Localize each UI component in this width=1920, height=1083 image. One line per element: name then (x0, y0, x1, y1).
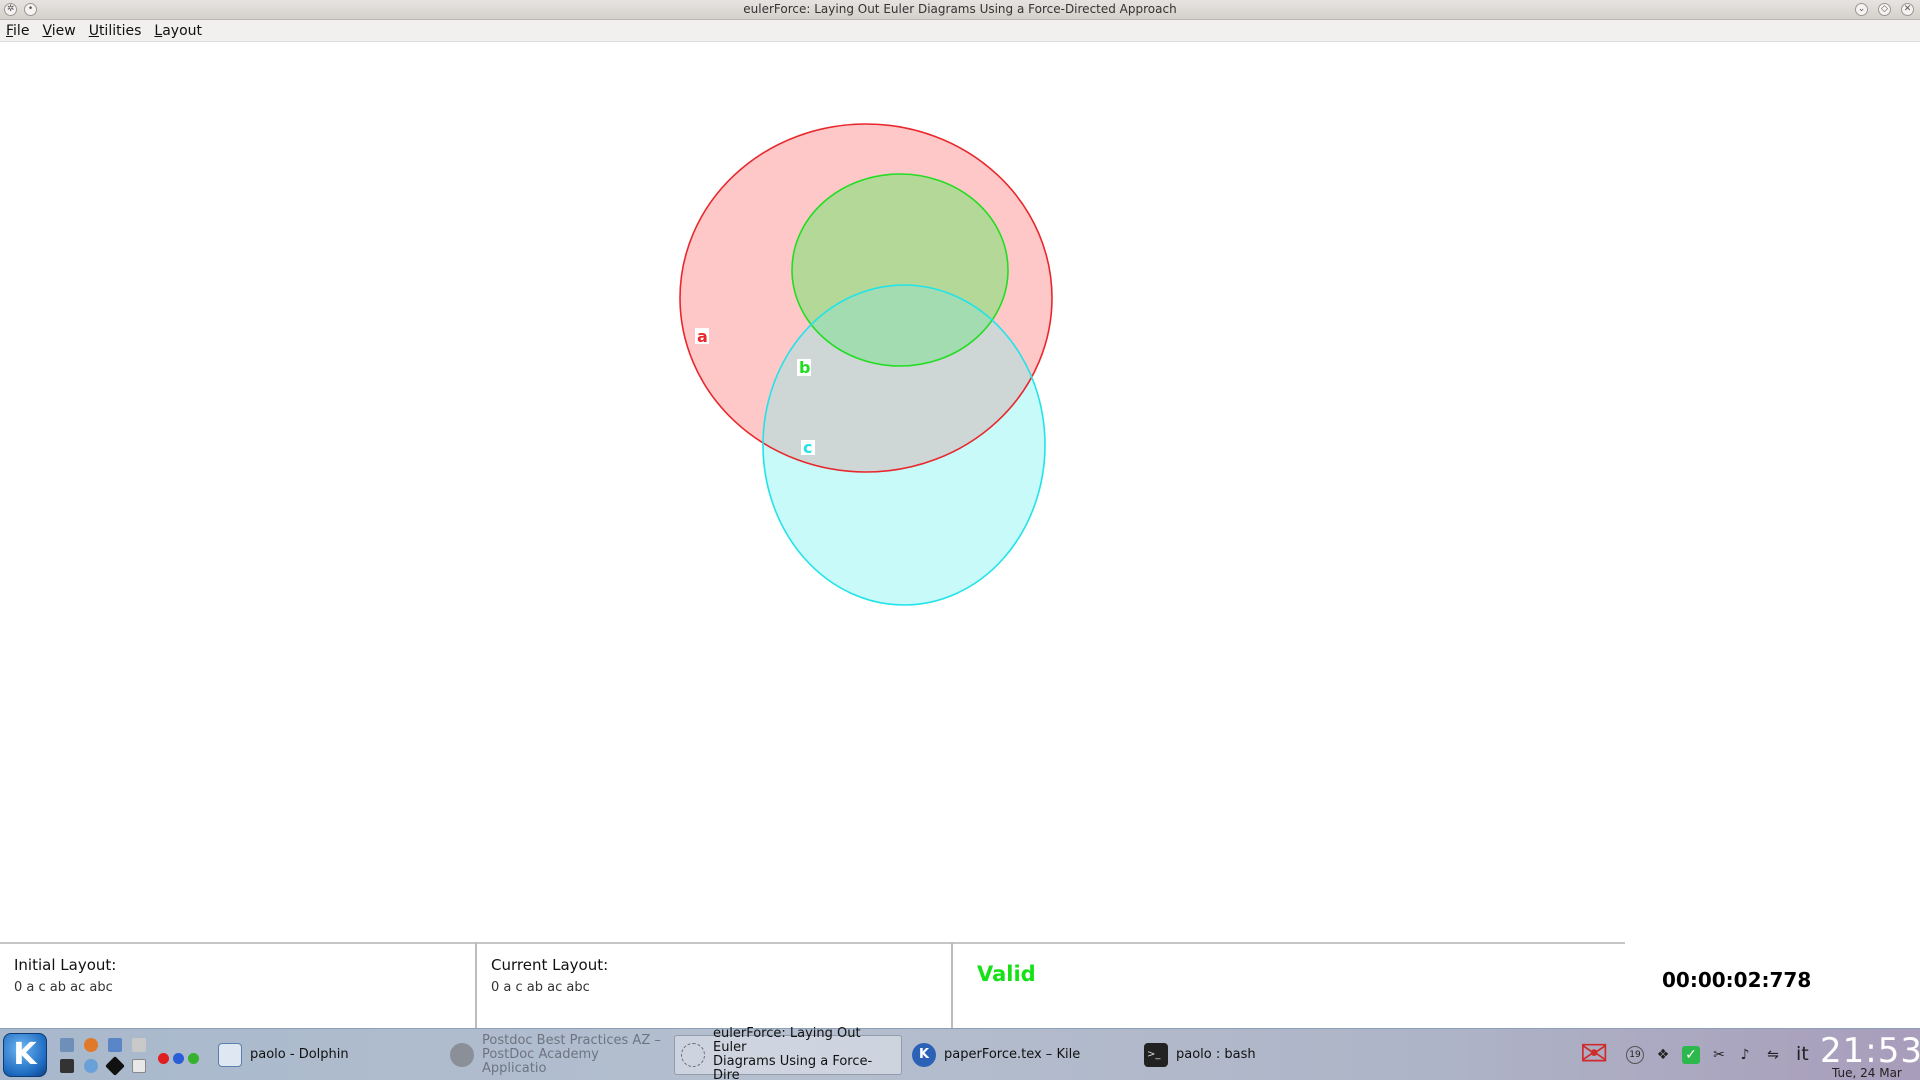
quicklaunch-terminal-icon[interactable] (60, 1059, 74, 1073)
quicklaunch-firefox-icon[interactable] (84, 1038, 98, 1052)
task-kile[interactable]: K paperForce.tex – Kile (912, 1035, 1132, 1075)
menu-utilities[interactable]: Utilities (83, 20, 149, 41)
task-terminal[interactable]: >_ paolo : bash (1144, 1035, 1364, 1075)
menu-layout[interactable]: Layout (148, 20, 209, 41)
maximize-icon[interactable]: ◇ (1878, 3, 1891, 16)
curve-a-label: a (697, 327, 708, 346)
curve-c-label: c (803, 438, 812, 457)
java-app-icon (681, 1043, 705, 1067)
elapsed-timer: 00:00:02:778 (1662, 968, 1812, 992)
quicklaunch-calculator-icon[interactable] (132, 1038, 146, 1052)
quicklaunch-package-icon[interactable] (108, 1038, 122, 1052)
close-icon[interactable]: ✕ (1901, 3, 1914, 16)
initial-layout-heading: Initial Layout: (14, 956, 117, 974)
menu-file-label: ile (13, 23, 30, 39)
curve-b-label: b (799, 358, 810, 377)
red-ball-icon[interactable] (158, 1053, 169, 1064)
clipboard-scissors-icon[interactable]: ✂ (1710, 1046, 1728, 1064)
validity-panel (953, 942, 1625, 1028)
menu-file-mnemonic: F (6, 23, 14, 39)
kile-icon: K (912, 1043, 936, 1067)
kde-launcher-icon[interactable]: K (3, 1033, 47, 1077)
current-layout-value: 0 a c ab ac abc (491, 980, 590, 995)
browser-icon (450, 1043, 474, 1067)
dropbox-icon[interactable]: ❖ (1654, 1046, 1672, 1064)
window-title: eulerForce: Laying Out Euler Diagrams Us… (743, 2, 1177, 16)
notification-count-badge[interactable]: 19 (1626, 1046, 1644, 1064)
euler-diagram: a b c (679, 123, 1053, 606)
task-browser-label: Postdoc Best Practices AZ – PostDoc Acad… (482, 1033, 661, 1076)
taskbar: K paolo - Dolphin Postdoc Best Practices… (0, 1027, 1920, 1083)
clock-time[interactable]: 21:53 (1820, 1031, 1920, 1071)
task-dolphin-label: paolo - Dolphin (250, 1047, 349, 1062)
green-ball-icon[interactable] (188, 1053, 199, 1064)
quicklaunch-document-icon[interactable] (132, 1059, 146, 1073)
dolphin-icon (218, 1043, 242, 1067)
diagram-canvas[interactable]: a b c (0, 42, 1920, 942)
menu-utilities-label: tilities (98, 23, 142, 39)
menu-view-mnemonic: V (42, 23, 52, 39)
task-eulerforce-label: eulerForce: Laying Out Euler Diagrams Us… (713, 1026, 873, 1083)
clock-date[interactable]: Tue, 24 Mar (1832, 1066, 1902, 1080)
status-panel: Initial Layout: 0 a c ab ac abc Current … (0, 942, 1920, 1028)
task-eulerforce[interactable]: eulerForce: Laying Out Euler Diagrams Us… (674, 1027, 902, 1083)
menubar: File View Utilities Layout (0, 20, 1920, 42)
quicklaunch-inkscape-icon[interactable] (105, 1056, 125, 1076)
minimize-icon[interactable]: ⌄ (1855, 3, 1868, 16)
volume-icon[interactable]: ♪ (1736, 1046, 1754, 1064)
initial-layout-value: 0 a c ab ac abc (14, 980, 113, 995)
validity-status: Valid (977, 962, 1036, 986)
task-terminal-label: paolo : bash (1176, 1047, 1256, 1062)
keyboard-layout-indicator[interactable]: it (1796, 1043, 1809, 1065)
quicklaunch-network-icon[interactable] (84, 1059, 98, 1073)
menu-view-label: iew (51, 23, 76, 39)
menu-file[interactable]: File (0, 20, 36, 41)
task-dolphin[interactable]: paolo - Dolphin (218, 1035, 438, 1075)
terminal-icon: >_ (1144, 1043, 1168, 1067)
update-check-icon[interactable]: ✓ (1682, 1046, 1700, 1064)
menu-utilities-mnemonic: U (88, 23, 99, 39)
mail-notifier-icon[interactable]: ✉ (1570, 1037, 1618, 1073)
menu-layout-label: ayout (162, 23, 202, 39)
initial-layout-panel: Initial Layout: 0 a c ab ac abc (0, 942, 476, 1028)
quicklaunch-file-manager-icon[interactable] (60, 1038, 74, 1052)
task-browser-postdoc[interactable]: Postdoc Best Practices AZ – PostDoc Acad… (450, 1033, 665, 1076)
current-layout-panel: Current Layout: 0 a c ab ac abc (477, 942, 951, 1028)
menu-view[interactable]: View (36, 20, 82, 41)
task-kile-label: paperForce.tex – Kile (944, 1047, 1081, 1062)
window-titlebar[interactable]: ✲ • eulerForce: Laying Out Euler Diagram… (0, 0, 1920, 20)
current-layout-heading: Current Layout: (491, 956, 609, 974)
blue-ball-icon[interactable] (173, 1053, 184, 1064)
usb-device-icon[interactable]: ⇋ (1764, 1046, 1782, 1064)
